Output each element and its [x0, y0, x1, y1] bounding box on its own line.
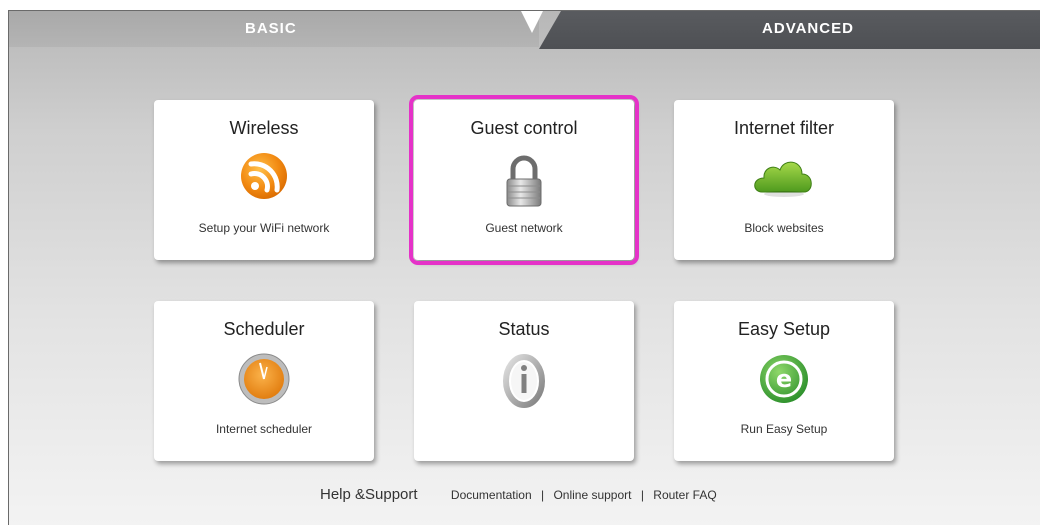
- clock-icon: [234, 353, 294, 405]
- card-subtitle: Internet scheduler: [215, 422, 313, 436]
- app-frame: BASIC ADVANCED Wireless Setup your WiFi …: [8, 10, 1040, 525]
- card-subtitle: Run Easy Setup: [740, 422, 828, 436]
- card-easy-setup[interactable]: Easy Setup e Run Easy Setup: [674, 301, 894, 461]
- cloud-icon: [754, 152, 814, 204]
- router-faq-link[interactable]: Router FAQ: [653, 488, 716, 502]
- footer-separator: |: [640, 488, 644, 502]
- lock-icon: [494, 152, 554, 207]
- easy-setup-icon: e: [754, 353, 814, 405]
- card-title: Scheduler: [223, 319, 305, 339]
- card-wireless[interactable]: Wireless Setup your WiFi network: [154, 100, 374, 260]
- card-subtitle: Setup your WiFi network: [198, 221, 330, 235]
- footer: Help &Support Documentation | Online sup…: [320, 486, 717, 503]
- card-scheduler[interactable]: Scheduler Internet scheduler: [154, 301, 374, 461]
- documentation-link[interactable]: Documentation: [451, 488, 532, 502]
- card-title: Wireless: [229, 118, 299, 138]
- wifi-icon: [234, 152, 294, 204]
- tab-basic-label: BASIC: [245, 20, 297, 37]
- tab-advanced[interactable]: ADVANCED: [539, 11, 1040, 49]
- card-title: Internet filter: [733, 118, 835, 138]
- card-subtitle: Block websites: [744, 221, 824, 235]
- help-support-label: Help &Support: [320, 486, 418, 503]
- card-guest-control[interactable]: Guest control Guest network: [409, 95, 639, 265]
- tab-advanced-label: ADVANCED: [762, 20, 854, 37]
- tab-basic[interactable]: BASIC: [9, 11, 539, 47]
- card-title: Guest control: [470, 118, 578, 138]
- card-title: Status: [498, 319, 550, 339]
- card-status[interactable]: Status: [414, 301, 634, 461]
- footer-separator: |: [540, 488, 545, 502]
- card-internet-filter[interactable]: Internet filter Block websites: [674, 100, 894, 260]
- info-icon: [494, 353, 554, 408]
- card-subtitle: Guest network: [485, 221, 563, 235]
- online-support-link[interactable]: Online support: [553, 488, 631, 502]
- active-tab-indicator: [521, 11, 543, 33]
- svg-text:e: e: [776, 365, 792, 393]
- card-title: Easy Setup: [737, 319, 831, 339]
